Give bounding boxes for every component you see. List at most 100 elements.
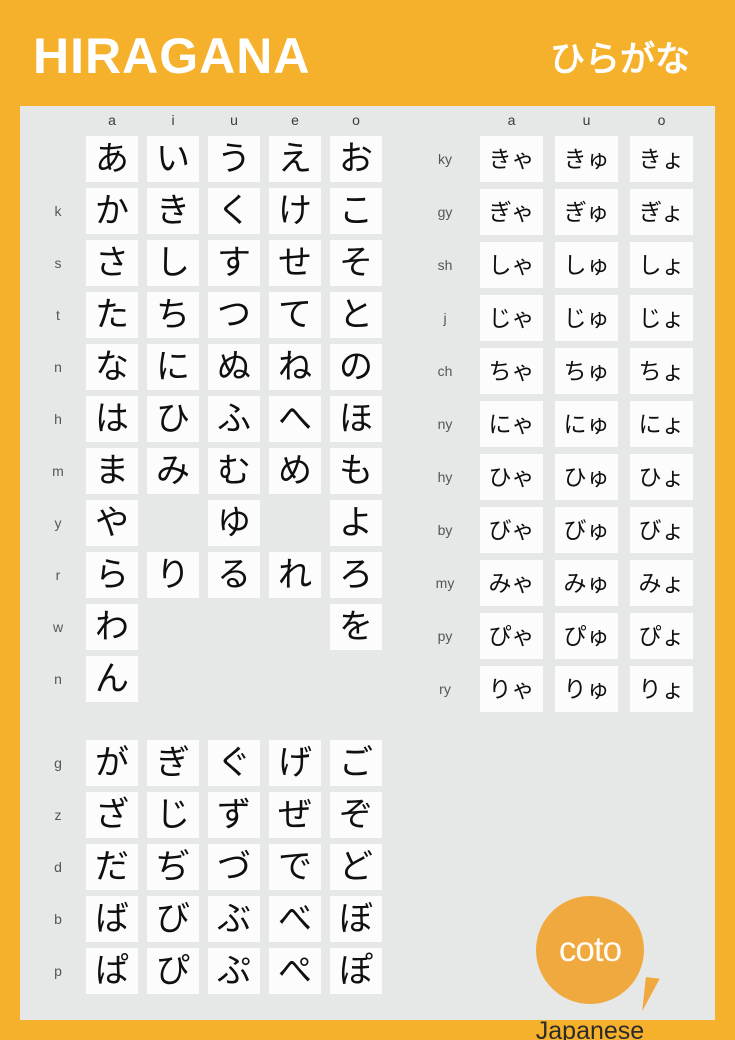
dakuten-table-cell[interactable]: べ (269, 896, 321, 942)
yoon-table-cell[interactable]: きょ (630, 136, 693, 182)
yoon-table-cell[interactable]: びょ (630, 507, 693, 553)
dakuten-table-cell[interactable]: ご (330, 740, 382, 786)
gojuon-table-cell[interactable]: ふ (208, 396, 260, 442)
gojuon-table-cell[interactable]: い (147, 136, 199, 182)
yoon-table-cell[interactable]: ちゅ (555, 348, 618, 394)
yoon-table-cell[interactable]: にょ (630, 401, 693, 447)
dakuten-table-cell[interactable]: ぞ (330, 792, 382, 838)
yoon-table-cell[interactable]: びゃ (480, 507, 543, 553)
yoon-table-cell[interactable]: ぎゅ (555, 189, 618, 235)
yoon-table-cell[interactable]: りゃ (480, 666, 543, 712)
dakuten-table-cell[interactable]: げ (269, 740, 321, 786)
yoon-table-cell[interactable]: みゅ (555, 560, 618, 606)
gojuon-table-cell[interactable]: め (269, 448, 321, 494)
gojuon-table-cell[interactable]: て (269, 292, 321, 338)
gojuon-table-cell[interactable]: た (86, 292, 138, 338)
yoon-table-cell[interactable]: じゃ (480, 295, 543, 341)
yoon-table-cell[interactable]: しゅ (555, 242, 618, 288)
dakuten-table-cell[interactable]: で (269, 844, 321, 890)
gojuon-table-cell[interactable]: に (147, 344, 199, 390)
yoon-table-cell[interactable]: ちょ (630, 348, 693, 394)
dakuten-table-cell[interactable]: び (147, 896, 199, 942)
yoon-table-cell[interactable]: ひょ (630, 454, 693, 500)
gojuon-table-cell[interactable]: こ (330, 188, 382, 234)
gojuon-table-cell[interactable]: り (147, 552, 199, 598)
gojuon-table-cell[interactable]: へ (269, 396, 321, 442)
gojuon-table-cell[interactable]: の (330, 344, 382, 390)
gojuon-table-cell[interactable]: と (330, 292, 382, 338)
yoon-table-cell[interactable]: ぎゃ (480, 189, 543, 235)
gojuon-table-cell[interactable]: か (86, 188, 138, 234)
gojuon-table-cell[interactable]: や (86, 500, 138, 546)
gojuon-table-cell[interactable]: ち (147, 292, 199, 338)
dakuten-table-cell[interactable]: ぷ (208, 948, 260, 994)
yoon-table-cell[interactable]: りょ (630, 666, 693, 712)
gojuon-table-cell[interactable]: せ (269, 240, 321, 286)
gojuon-table-cell[interactable]: ね (269, 344, 321, 390)
gojuon-table-cell[interactable]: え (269, 136, 321, 182)
yoon-table-cell[interactable]: ちゃ (480, 348, 543, 394)
yoon-table-cell[interactable]: りゅ (555, 666, 618, 712)
yoon-table-cell[interactable]: ぴゃ (480, 613, 543, 659)
gojuon-table-cell[interactable]: む (208, 448, 260, 494)
gojuon-table-cell[interactable]: く (208, 188, 260, 234)
yoon-table-cell[interactable]: じょ (630, 295, 693, 341)
yoon-table-cell[interactable]: しゃ (480, 242, 543, 288)
gojuon-table-cell[interactable]: ほ (330, 396, 382, 442)
gojuon-table-cell[interactable]: も (330, 448, 382, 494)
dakuten-table-cell[interactable]: ず (208, 792, 260, 838)
yoon-table-cell[interactable]: きゅ (555, 136, 618, 182)
gojuon-table-cell[interactable]: そ (330, 240, 382, 286)
gojuon-table-cell[interactable]: お (330, 136, 382, 182)
gojuon-table-cell[interactable]: み (147, 448, 199, 494)
gojuon-table-cell[interactable]: よ (330, 500, 382, 546)
gojuon-table-cell[interactable]: を (330, 604, 382, 650)
gojuon-table-cell[interactable]: わ (86, 604, 138, 650)
yoon-table-cell[interactable]: にゅ (555, 401, 618, 447)
yoon-table-cell[interactable]: びゅ (555, 507, 618, 553)
gojuon-table-cell[interactable]: け (269, 188, 321, 234)
dakuten-table-cell[interactable]: ぢ (147, 844, 199, 890)
dakuten-table-cell[interactable]: ぽ (330, 948, 382, 994)
dakuten-table-cell[interactable]: ぼ (330, 896, 382, 942)
dakuten-table-cell[interactable]: ぜ (269, 792, 321, 838)
gojuon-table-cell[interactable]: ゆ (208, 500, 260, 546)
gojuon-table-cell[interactable]: れ (269, 552, 321, 598)
gojuon-table-cell[interactable]: あ (86, 136, 138, 182)
dakuten-table-cell[interactable]: ぴ (147, 948, 199, 994)
gojuon-table-cell[interactable]: る (208, 552, 260, 598)
gojuon-table-cell[interactable]: な (86, 344, 138, 390)
gojuon-table-cell[interactable]: ろ (330, 552, 382, 598)
dakuten-table-cell[interactable]: ぱ (86, 948, 138, 994)
gojuon-table-cell[interactable]: は (86, 396, 138, 442)
gojuon-table-cell[interactable]: ま (86, 448, 138, 494)
gojuon-table-cell[interactable]: き (147, 188, 199, 234)
yoon-table-cell[interactable]: みゃ (480, 560, 543, 606)
dakuten-table-cell[interactable]: だ (86, 844, 138, 890)
dakuten-table-cell[interactable]: じ (147, 792, 199, 838)
yoon-table-cell[interactable]: ぴょ (630, 613, 693, 659)
dakuten-table-cell[interactable]: ぐ (208, 740, 260, 786)
dakuten-table-cell[interactable]: が (86, 740, 138, 786)
dakuten-table-cell[interactable]: ざ (86, 792, 138, 838)
yoon-table-cell[interactable]: にゃ (480, 401, 543, 447)
gojuon-table-cell[interactable]: つ (208, 292, 260, 338)
coto-academy-logo[interactable]: coto Japanese Academy cotoacademy.com (472, 896, 708, 1040)
yoon-table-cell[interactable]: ひゃ (480, 454, 543, 500)
dakuten-table-cell[interactable]: ぶ (208, 896, 260, 942)
dakuten-table-cell[interactable]: ど (330, 844, 382, 890)
gojuon-table-cell[interactable]: し (147, 240, 199, 286)
dakuten-table-cell[interactable]: ぺ (269, 948, 321, 994)
dakuten-table-cell[interactable]: づ (208, 844, 260, 890)
yoon-table-cell[interactable]: しょ (630, 242, 693, 288)
gojuon-table-cell[interactable]: す (208, 240, 260, 286)
gojuon-table-cell[interactable]: う (208, 136, 260, 182)
gojuon-table-cell[interactable]: ひ (147, 396, 199, 442)
gojuon-table-cell[interactable]: ぬ (208, 344, 260, 390)
dakuten-table-cell[interactable]: ぎ (147, 740, 199, 786)
yoon-table-cell[interactable]: きゃ (480, 136, 543, 182)
yoon-table-cell[interactable]: ぴゅ (555, 613, 618, 659)
gojuon-table-cell[interactable]: ん (86, 656, 138, 702)
dakuten-table-cell[interactable]: ば (86, 896, 138, 942)
yoon-table-cell[interactable]: みょ (630, 560, 693, 606)
